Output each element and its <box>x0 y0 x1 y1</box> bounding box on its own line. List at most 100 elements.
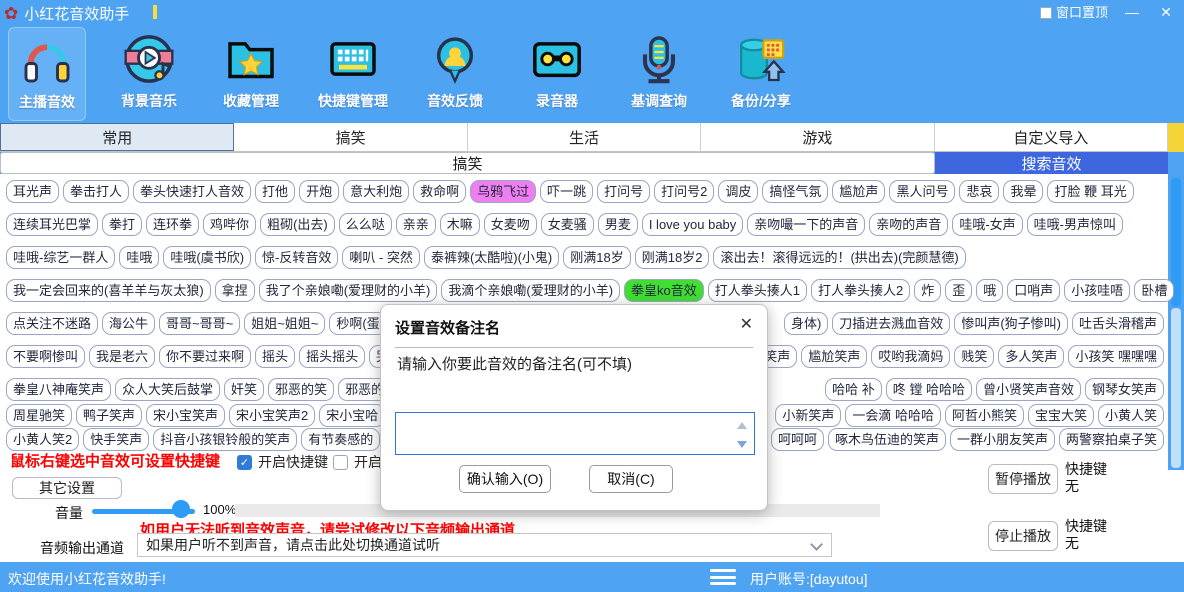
search-sounds-button[interactable]: 搜索音效 <box>935 152 1168 174</box>
sound-button[interactable]: 咚 镗 哈哈哈 <box>886 378 972 401</box>
sound-button[interactable]: 两警察拍桌子笑 <box>1059 428 1164 451</box>
sound-button[interactable]: 秒啊(蛋 <box>329 312 386 335</box>
sound-button[interactable]: 你不要过来啊 <box>159 345 251 368</box>
sound-button[interactable]: 歪 <box>945 279 972 302</box>
sound-button[interactable]: 不要啊惨叫 <box>6 345 85 368</box>
sound-button[interactable]: 女麦骚 <box>541 213 594 236</box>
menu-hamburger-icon[interactable] <box>710 569 736 585</box>
sound-button[interactable]: 宋小宝笑声2 <box>229 404 315 427</box>
sound-button[interactable]: 男麦 <box>598 213 638 236</box>
sound-button[interactable]: 女麦吻 <box>484 213 537 236</box>
sound-button[interactable]: 摇头摇头 <box>299 345 365 368</box>
sound-button[interactable]: 海公牛 <box>102 312 155 335</box>
sound-button[interactable]: 意大利炮 <box>343 180 409 203</box>
tab-category-自定义导入[interactable]: 自定义导入 <box>935 123 1168 151</box>
sound-button[interactable]: 宋小宝笑声 <box>146 404 225 427</box>
close-button[interactable]: ✕ <box>1156 4 1176 21</box>
sound-button[interactable]: 卧槽 <box>1134 279 1174 302</box>
sound-button[interactable]: 啄木鸟伍迪的笑声 <box>828 428 946 451</box>
sound-button[interactable]: 拿捏 <box>215 279 255 302</box>
sound-button[interactable]: 哎哟我滴妈 <box>871 345 950 368</box>
sound-button[interactable]: 贱笑 <box>954 345 994 368</box>
sound-button[interactable]: 拳打 <box>102 213 142 236</box>
sound-button[interactable]: 木嘛 <box>440 213 480 236</box>
sound-button[interactable]: 鸡哔你 <box>203 213 256 236</box>
toolbar-item-背景音乐[interactable]: 背景音乐 <box>110 27 188 121</box>
sound-button[interactable]: 哇哦-综艺一群人 <box>6 246 115 269</box>
sound-button[interactable]: 打问号 <box>597 180 650 203</box>
sound-button[interactable]: 小孩哇唔 <box>1064 279 1130 302</box>
sound-button[interactable]: 打他 <box>255 180 295 203</box>
toolbar-item-快捷键管理[interactable]: 快捷键管理 <box>314 27 392 121</box>
sound-button[interactable]: 连续耳光巴掌 <box>6 213 98 236</box>
cancel-button[interactable]: 取消(C) <box>589 465 673 493</box>
checkbox-icon[interactable] <box>1040 7 1052 19</box>
sound-button[interactable]: 调皮 <box>718 180 758 203</box>
sound-button[interactable]: 我是老六 <box>89 345 155 368</box>
sound-button[interactable]: 鸭子笑声 <box>76 404 142 427</box>
sound-button[interactable]: 连环拳 <box>146 213 199 236</box>
checkbox-empty-icon[interactable] <box>333 455 348 470</box>
sound-button[interactable]: 抖音小孩银铃般的笑声 <box>153 428 297 451</box>
sound-button[interactable]: 拳头快速打人音效 <box>133 180 251 203</box>
sound-button[interactable]: 呵呵呵 <box>771 428 824 451</box>
sound-button[interactable]: 宋小宝哈 <box>319 404 385 427</box>
sound-button[interactable]: 我晕 <box>1003 180 1043 203</box>
volume-slider-thumb[interactable] <box>172 500 190 518</box>
sound-button[interactable]: 悲哀 <box>959 180 999 203</box>
sound-button[interactable]: 哇哦 <box>119 246 159 269</box>
sound-button[interactable]: 打人拳头揍人1 <box>708 279 807 302</box>
sound-button[interactable]: 小孩笑 嘿嘿嘿 <box>1068 345 1164 368</box>
dialog-close-icon[interactable]: ✕ <box>740 314 753 334</box>
minimize-button[interactable]: — <box>1122 4 1142 20</box>
subcategory-tab[interactable]: 搞笑 <box>0 152 935 174</box>
sound-button[interactable]: 众人大笑后鼓掌 <box>115 378 220 401</box>
sound-button[interactable]: 炸 <box>914 279 941 302</box>
enable-hotkey-checkbox[interactable]: ✓ 开启快捷键 <box>237 452 328 472</box>
toolbar-item-基调查询[interactable]: 基调查询 <box>620 27 698 121</box>
sound-button[interactable]: I love you baby <box>642 213 743 236</box>
sound-button[interactable]: 喇叭 - 突然 <box>342 246 420 269</box>
sound-button[interactable]: 打脸 鞭 耳光 <box>1047 180 1133 203</box>
sound-button[interactable]: 姐姐~姐姐~ <box>244 312 325 335</box>
sound-button[interactable]: 么么哒 <box>339 213 392 236</box>
spinner-down-icon[interactable] <box>737 441 747 448</box>
sound-button[interactable]: 黑人问号 <box>889 180 955 203</box>
sound-button[interactable]: 耳光声 <box>6 180 59 203</box>
sound-button[interactable]: 哥哥~哥哥~ <box>159 312 240 335</box>
sound-button[interactable]: 有节奏感的 <box>301 428 380 451</box>
sound-button[interactable]: 哇哦-女声 <box>952 213 1022 236</box>
pause-playback-button[interactable]: 暂停播放 <box>988 464 1058 494</box>
sound-button[interactable]: 钢琴女笑声 <box>1085 378 1164 401</box>
sound-button[interactable]: 吓一跳 <box>540 180 593 203</box>
tab-category-游戏[interactable]: 游戏 <box>701 123 934 151</box>
sound-button[interactable]: 尴尬笑声 <box>801 345 867 368</box>
scrollbar-track[interactable] <box>1171 308 1181 468</box>
sound-button[interactable]: 刚满18岁 <box>563 246 630 269</box>
stop-playback-button[interactable]: 停止播放 <box>988 521 1058 551</box>
sound-button[interactable]: 身体) <box>784 312 828 335</box>
sound-button[interactable]: 刚满18岁2 <box>635 246 710 269</box>
sound-button[interactable]: 我了个亲娘嘞(爱理财的小羊) <box>259 279 438 302</box>
sound-button[interactable]: 打人拳头揍人2 <box>811 279 910 302</box>
sound-button[interactable]: 打问号2 <box>654 180 714 203</box>
sound-button[interactable]: 哇哦-男声惊叫 <box>1027 213 1123 236</box>
toolbar-item-录音器[interactable]: 录音器 <box>518 27 596 121</box>
sound-button[interactable]: 奸笑 <box>224 378 264 401</box>
sound-button[interactable]: 拳皇八神庵笑声 <box>6 378 111 401</box>
sound-button[interactable]: 吐舌头滑稽声 <box>1072 312 1164 335</box>
sound-button[interactable]: 惨叫声(狗子惨叫) <box>954 312 1068 335</box>
sound-button[interactable]: 救命啊 <box>413 180 466 203</box>
checkbox-checked-icon[interactable]: ✓ <box>237 455 252 470</box>
tab-category-常用[interactable]: 常用 <box>0 123 234 151</box>
sound-button[interactable]: 搞怪气氛 <box>762 180 828 203</box>
sound-button[interactable]: 周星驰笑 <box>6 404 72 427</box>
sound-button[interactable]: 摇头 <box>255 345 295 368</box>
sound-button[interactable]: 惊-反转音效 <box>255 246 338 269</box>
sound-button[interactable]: 哦 <box>976 279 1003 302</box>
sound-button[interactable]: 开炮 <box>299 180 339 203</box>
toolbar-item-主播音效[interactable]: 主播音效 <box>8 27 86 121</box>
tab-category-搞笑[interactable]: 搞笑 <box>234 123 467 151</box>
sound-button[interactable]: 我一定会回来的(喜羊羊与灰太狼) <box>6 279 211 302</box>
sound-button[interactable]: 点关注不迷路 <box>6 312 98 335</box>
